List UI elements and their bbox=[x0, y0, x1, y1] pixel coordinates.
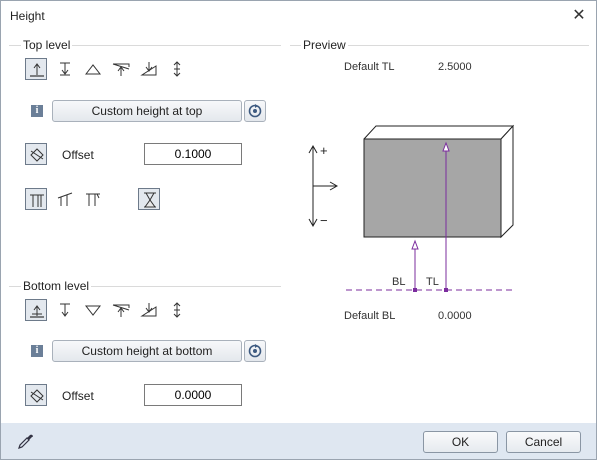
top-slope-icon[interactable] bbox=[110, 58, 132, 80]
bottom-flush-icon[interactable] bbox=[25, 299, 47, 321]
bottom-offset-toggle[interactable] bbox=[25, 384, 47, 406]
bottom-offset-label: Offset bbox=[62, 389, 94, 403]
block-front-face bbox=[363, 138, 502, 238]
bottom-triangle-icon[interactable] bbox=[82, 299, 104, 321]
bottom-angled-plane-icon[interactable] bbox=[138, 299, 160, 321]
bottom-reset-button[interactable] bbox=[244, 340, 266, 362]
tl-marker bbox=[444, 288, 448, 292]
tl-tag: TL bbox=[426, 276, 439, 288]
window-title: Height bbox=[10, 9, 45, 23]
bottom-up-down-icon[interactable] bbox=[166, 299, 188, 321]
custom-height-bottom-button[interactable]: Custom height at bottom bbox=[52, 340, 242, 362]
top-reset-button[interactable] bbox=[244, 100, 266, 122]
title-bar: Height ✕ bbox=[1, 1, 596, 31]
bottom-info-icon[interactable]: i bbox=[31, 345, 43, 357]
refresh-icon bbox=[248, 104, 262, 118]
default-bl-value: 0.0000 bbox=[438, 310, 472, 322]
refresh-icon bbox=[248, 344, 262, 358]
bottom-slope-icon[interactable] bbox=[110, 299, 132, 321]
top-level-group-label: Top level bbox=[21, 38, 73, 52]
top-triangle-icon[interactable] bbox=[82, 58, 104, 80]
cancel-button[interactable]: Cancel bbox=[506, 431, 581, 453]
bottom-level-group-label: Bottom level bbox=[21, 279, 92, 293]
offset-icon bbox=[30, 148, 44, 162]
bl-marker bbox=[413, 288, 417, 292]
bl-tag: BL bbox=[392, 276, 405, 288]
top-offset-field[interactable] bbox=[144, 143, 242, 165]
top-up-down-icon[interactable] bbox=[166, 58, 188, 80]
ok-button[interactable]: OK bbox=[423, 431, 498, 453]
top-angled-plane-icon[interactable] bbox=[138, 58, 160, 80]
preview-group-label: Preview bbox=[301, 38, 348, 52]
eyedropper-icon[interactable] bbox=[17, 432, 35, 450]
top-info-icon[interactable]: i bbox=[31, 105, 43, 117]
height-dialog: Height ✕ Top level i Custom height at to… bbox=[0, 0, 597, 460]
offset-icon bbox=[30, 389, 44, 403]
close-icon[interactable]: ✕ bbox=[568, 5, 590, 27]
minus-sign: − bbox=[320, 213, 328, 228]
block-side-face bbox=[500, 124, 514, 239]
preview-diagram: + − BL TL bbox=[308, 124, 515, 292]
top-offset-label: Offset bbox=[62, 148, 94, 162]
default-tl-label: Default TL bbox=[344, 61, 395, 73]
top-down-arrow-icon[interactable] bbox=[54, 58, 76, 80]
dialog-footer: OK Cancel bbox=[1, 423, 596, 459]
column-sloped-left-icon[interactable] bbox=[54, 188, 76, 210]
default-bl-label: Default BL bbox=[344, 310, 396, 322]
column-sloped-right-icon[interactable] bbox=[82, 188, 104, 210]
plus-sign: + bbox=[320, 143, 328, 158]
default-tl-value: 2.5000 bbox=[438, 61, 472, 73]
top-offset-toggle[interactable] bbox=[25, 143, 47, 165]
hourglass-icon[interactable] bbox=[138, 188, 160, 210]
custom-height-top-button[interactable]: Custom height at top bbox=[52, 100, 242, 122]
column-flat-icon[interactable] bbox=[25, 188, 47, 210]
bl-arrowhead bbox=[411, 239, 419, 250]
bottom-offset-field[interactable] bbox=[144, 384, 242, 406]
top-flush-icon[interactable] bbox=[25, 58, 47, 80]
block-top-face bbox=[363, 125, 515, 140]
bottom-down-arrow-icon[interactable] bbox=[54, 299, 76, 321]
